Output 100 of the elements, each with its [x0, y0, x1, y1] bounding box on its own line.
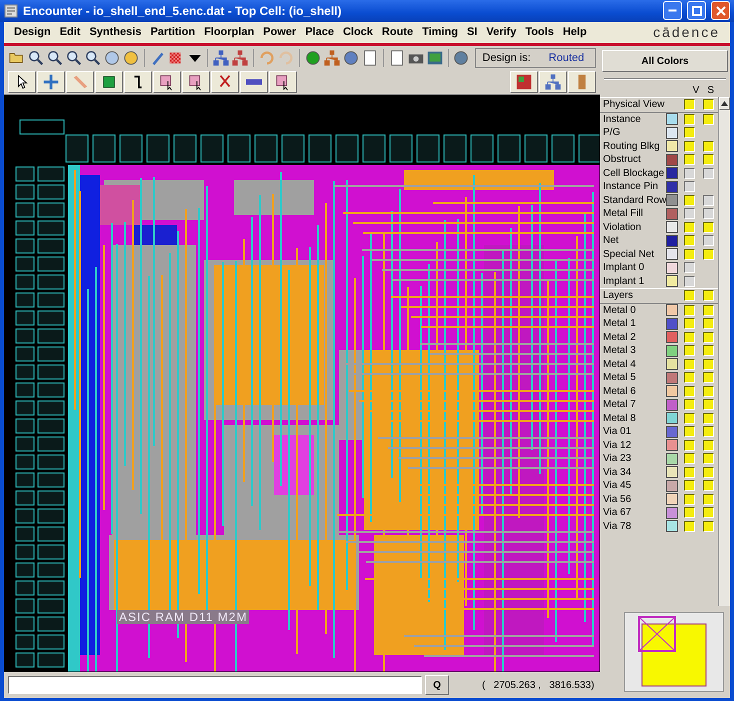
move-button[interactable]	[37, 71, 65, 93]
visible-checkbox[interactable]	[684, 440, 696, 451]
menu-item[interactable]: Help	[558, 26, 592, 38]
visible-checkbox[interactable]	[684, 412, 696, 424]
visible-checkbox[interactable]	[684, 304, 696, 316]
selectable-checkbox[interactable]	[703, 399, 714, 410]
selectable-checkbox[interactable]	[703, 318, 714, 330]
selectable-checkbox[interactable]	[703, 140, 714, 152]
selectable-checkbox[interactable]	[703, 358, 714, 370]
visible-checkbox[interactable]	[684, 235, 696, 246]
close-button[interactable]	[711, 1, 730, 20]
selectable-checkbox[interactable]	[703, 208, 714, 220]
tree-button[interactable]	[322, 48, 341, 68]
visible-checkbox[interactable]	[684, 114, 696, 125]
scrollbar[interactable]	[718, 97, 730, 606]
selectable-checkbox[interactable]	[703, 248, 714, 260]
selectable-checkbox[interactable]	[703, 507, 714, 518]
maximize-button[interactable]	[687, 1, 706, 20]
hierarchy-button[interactable]	[212, 48, 230, 68]
selectable-checkbox[interactable]	[703, 99, 714, 110]
menu-item[interactable]: Timing	[418, 26, 463, 38]
visible-checkbox[interactable]	[684, 453, 696, 464]
visible-checkbox[interactable]	[684, 494, 696, 505]
layers-button[interactable]	[568, 71, 596, 93]
visible-checkbox[interactable]	[684, 507, 696, 518]
menu-item[interactable]: Partition	[146, 26, 200, 38]
visible-checkbox[interactable]	[684, 276, 696, 287]
visible-checkbox[interactable]	[684, 248, 696, 260]
selectable-checkbox[interactable]	[703, 440, 714, 451]
selectable-checkbox[interactable]	[703, 168, 714, 179]
selectable-checkbox[interactable]	[703, 480, 714, 492]
selectable-checkbox[interactable]	[703, 114, 714, 125]
menu-item[interactable]: Power	[259, 26, 302, 38]
selectable-checkbox[interactable]	[703, 332, 714, 343]
visible-checkbox[interactable]	[684, 181, 696, 192]
ruler-button[interactable]	[66, 71, 94, 93]
menu-item[interactable]: SI	[462, 26, 482, 38]
visible-checkbox[interactable]	[684, 208, 696, 220]
visible-checkbox[interactable]	[684, 154, 696, 166]
query-button[interactable]: Q	[425, 675, 449, 695]
visible-checkbox[interactable]	[684, 480, 696, 492]
minimize-button[interactable]	[663, 1, 682, 20]
visible-checkbox[interactable]	[684, 386, 696, 397]
selectable-checkbox[interactable]	[703, 412, 714, 424]
wire-button[interactable]	[124, 71, 152, 93]
menu-item[interactable]: Clock	[338, 26, 378, 38]
selectable-checkbox[interactable]	[703, 290, 714, 302]
selectable-checkbox[interactable]	[703, 453, 714, 464]
visible-checkbox[interactable]	[684, 332, 696, 343]
visible-checkbox[interactable]	[684, 358, 696, 370]
selectable-checkbox[interactable]	[703, 235, 714, 246]
selectable-checkbox[interactable]	[703, 386, 714, 397]
zoom-button[interactable]	[65, 48, 83, 68]
visible-checkbox[interactable]	[684, 168, 696, 179]
menu-item[interactable]: Place	[301, 26, 339, 38]
menu-item[interactable]: Tools	[521, 26, 559, 38]
visible-checkbox[interactable]	[684, 262, 696, 274]
selectable-checkbox[interactable]	[703, 304, 714, 316]
visible-checkbox[interactable]	[684, 372, 696, 384]
visible-checkbox[interactable]	[684, 290, 696, 302]
selectable-checkbox[interactable]	[703, 426, 714, 438]
hierarchy-button[interactable]	[231, 48, 250, 68]
bar-button[interactable]	[240, 71, 268, 93]
pointer-button[interactable]	[8, 71, 36, 93]
visible-checkbox[interactable]	[684, 426, 696, 438]
select-button[interactable]	[153, 71, 181, 93]
selectable-checkbox[interactable]	[703, 494, 714, 505]
select-button[interactable]	[269, 71, 297, 93]
menu-item[interactable]: Design	[10, 26, 56, 38]
menu-item[interactable]: Synthesis	[85, 26, 146, 38]
scissors-button[interactable]	[211, 71, 239, 93]
menu-item[interactable]: Edit	[56, 26, 86, 38]
visible-checkbox[interactable]	[684, 99, 696, 110]
visible-checkbox[interactable]	[684, 318, 696, 330]
visible-checkbox[interactable]	[684, 222, 696, 233]
all-colors-button[interactable]: All Colors	[602, 50, 728, 72]
visible-checkbox[interactable]	[684, 520, 696, 532]
zoom-out-button[interactable]	[46, 48, 64, 68]
layout-button[interactable]	[510, 71, 538, 93]
menu-item[interactable]: Route	[378, 26, 418, 38]
menu-item[interactable]: Floorplan	[200, 26, 260, 38]
selectable-checkbox[interactable]	[703, 222, 714, 233]
selectable-checkbox[interactable]	[703, 466, 714, 478]
selectable-checkbox[interactable]	[703, 194, 714, 206]
square-button[interactable]	[95, 71, 123, 93]
visible-checkbox[interactable]	[684, 345, 696, 356]
zoom-area-button[interactable]	[84, 48, 102, 68]
menu-item[interactable]: Verify	[482, 26, 522, 38]
align-button[interactable]	[182, 71, 210, 93]
zoom-in-button[interactable]	[27, 48, 45, 68]
selectable-checkbox[interactable]	[703, 520, 714, 532]
selectable-checkbox[interactable]	[703, 372, 714, 384]
selectable-checkbox[interactable]	[703, 154, 714, 166]
visible-checkbox[interactable]	[684, 194, 696, 206]
group-button[interactable]	[539, 71, 567, 93]
command-input-field[interactable]	[8, 676, 422, 694]
visible-checkbox[interactable]	[684, 140, 696, 152]
visible-checkbox[interactable]	[684, 127, 696, 138]
selectable-checkbox[interactable]	[703, 345, 714, 356]
visible-checkbox[interactable]	[684, 466, 696, 478]
